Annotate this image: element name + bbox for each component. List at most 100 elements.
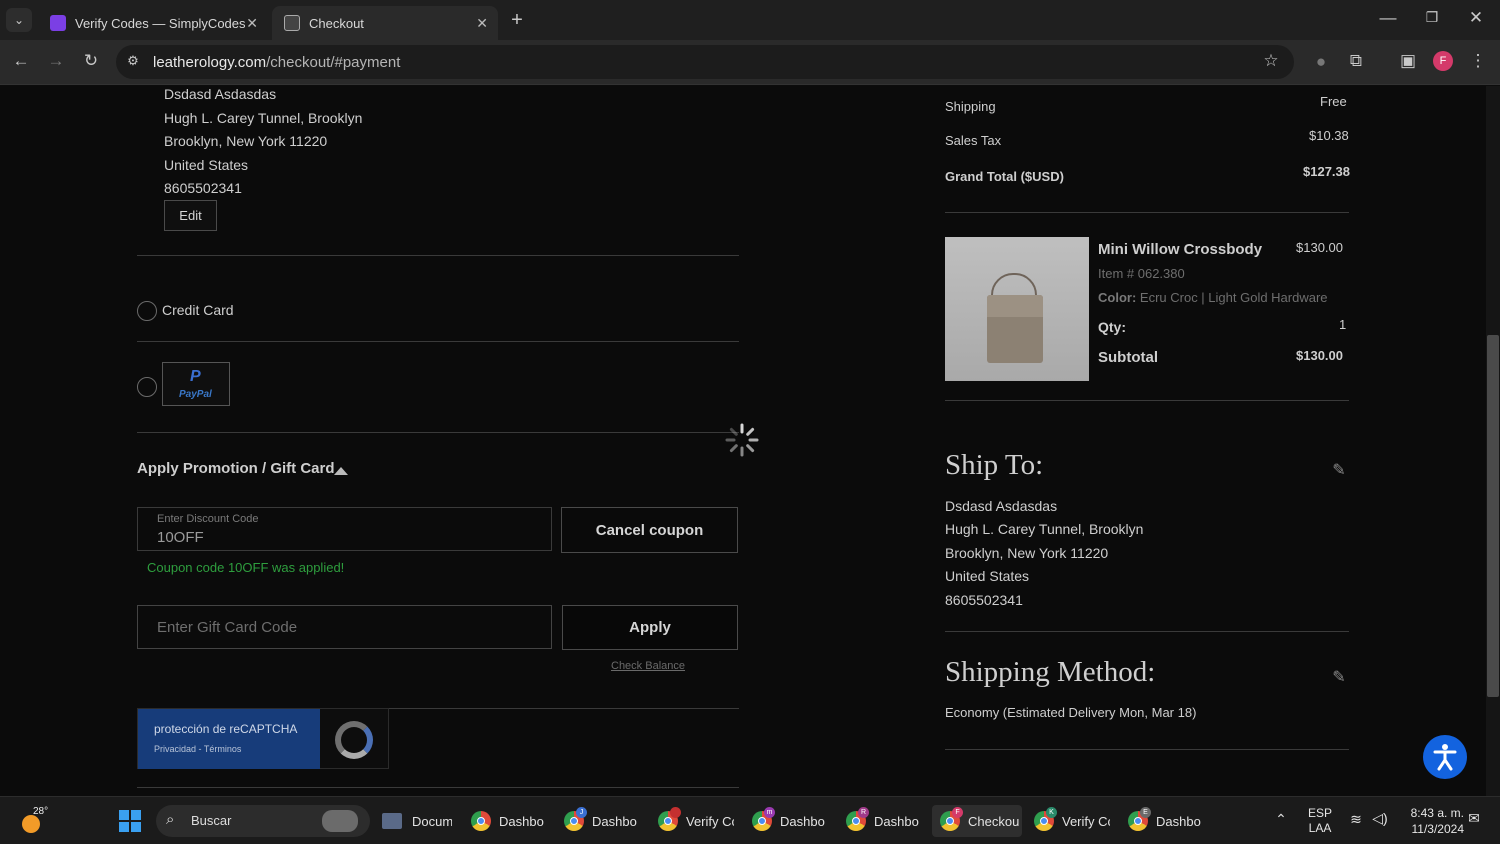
tray-overflow-chevron-icon[interactable]: ⌃ xyxy=(1272,811,1290,828)
ship-to-street: Hugh L. Carey Tunnel, Brooklyn xyxy=(945,521,1144,537)
minimize-icon[interactable]: — xyxy=(1378,8,1398,28)
grand-total-label: Grand Total ($USD) xyxy=(945,169,1064,184)
taskbar-app-label: Verify Cc xyxy=(686,813,734,829)
taskbar-app-chrome[interactable]: K Verify Cc xyxy=(1034,805,1110,837)
profile-badge: R xyxy=(858,807,869,818)
close-tab-icon[interactable]: ✕ xyxy=(246,15,258,32)
chrome-icon: R xyxy=(846,807,869,831)
ship-to-country: United States xyxy=(945,568,1030,584)
url-path: /checkout/#payment xyxy=(266,54,401,71)
bookmark-star-icon[interactable]: ☆ xyxy=(1261,51,1281,71)
notifications-icon[interactable]: ✉ xyxy=(1466,810,1482,827)
taskbar-app-label: Dashbo xyxy=(780,813,825,829)
product-color: Color: Ecru Croc | Light Gold Hardware xyxy=(1098,290,1328,305)
accessibility-person-icon xyxy=(1433,744,1457,771)
credit-card-label[interactable]: Credit Card xyxy=(162,302,234,318)
chrome-icon: K xyxy=(1034,807,1057,831)
collapse-caret-up-icon[interactable] xyxy=(334,467,348,475)
taskbar-app-documents[interactable]: Docum xyxy=(382,805,452,837)
divider xyxy=(945,749,1349,750)
search-label: Buscar xyxy=(191,813,232,828)
paypal-radio[interactable] xyxy=(137,377,157,397)
taskbar-app-chrome[interactable]: Dashbo xyxy=(471,805,547,837)
profile-badge xyxy=(670,807,681,818)
edit-billing-button[interactable]: Edit xyxy=(164,200,217,231)
extension-icon[interactable]: ● xyxy=(1311,52,1331,72)
taskbar-app-chrome[interactable]: m Dashbo xyxy=(752,805,828,837)
taskbar-app-chrome[interactable]: Verify Cc xyxy=(658,805,734,837)
clock[interactable]: 8:43 a. m. 11/3/2024 xyxy=(1400,805,1464,837)
shipping-value: Free xyxy=(1320,94,1347,109)
product-color-label: Color: xyxy=(1098,290,1137,305)
discount-code-field[interactable]: Enter Discount Code 10OFF xyxy=(137,507,552,551)
divider xyxy=(137,255,739,256)
taskbar-app-label: Dashbo xyxy=(499,813,544,829)
edit-shipping-method-pencil-icon[interactable]: ✎ xyxy=(1329,667,1349,687)
taskbar-app-chrome[interactable]: J Dashbo xyxy=(564,805,640,837)
weather-sun-icon xyxy=(22,815,40,833)
menu-kebab-icon[interactable]: ⋮ xyxy=(1468,51,1488,71)
profile-badge: E xyxy=(1140,807,1151,818)
profile-avatar[interactable]: F xyxy=(1433,51,1453,71)
clock-time: 8:43 a. m. xyxy=(1410,806,1464,820)
taskbar-app-chrome-active[interactable]: F Checkou xyxy=(932,805,1022,837)
forward-icon[interactable]: → xyxy=(45,51,67,71)
url-host: leatherology.com xyxy=(153,54,267,71)
cancel-coupon-button[interactable]: Cancel coupon xyxy=(561,507,738,553)
accessibility-button[interactable] xyxy=(1423,735,1467,779)
keyboard-layout: LAA xyxy=(1308,821,1332,835)
tab-title: Verify Codes — SimplyCodes xyxy=(75,15,246,31)
recaptcha-logo-icon xyxy=(335,721,373,759)
tab-list-button[interactable]: ⌄ xyxy=(6,8,32,32)
url-text[interactable]: leatherology.com/checkout/#payment xyxy=(153,54,400,71)
taskbar-app-chrome[interactable]: E Dashbo xyxy=(1128,805,1204,837)
recaptcha-badge[interactable]: protección de reCAPTCHA Privacidad - Tér… xyxy=(137,708,389,769)
site-info-icon[interactable]: ⚙ xyxy=(124,53,142,69)
start-button[interactable] xyxy=(119,810,141,832)
page-scrollbar-track[interactable] xyxy=(1486,86,1500,796)
credit-card-radio[interactable] xyxy=(137,301,157,321)
tab-checkout[interactable]: Checkout ✕ xyxy=(272,6,498,40)
close-tab-icon[interactable]: ✕ xyxy=(476,15,488,32)
profile-badge: m xyxy=(764,807,775,818)
taskbar-app-chrome[interactable]: R Dashbo xyxy=(846,805,922,837)
profile-badge: F xyxy=(952,807,963,818)
back-icon[interactable]: ← xyxy=(10,51,32,71)
language-indicator[interactable]: ESP LAA xyxy=(1305,806,1335,836)
windows-logo-icon xyxy=(131,822,141,832)
chrome-icon: E xyxy=(1128,807,1151,831)
taskbar-app-label: Dashbo xyxy=(874,813,919,829)
subtotal-value: $130.00 xyxy=(1296,348,1343,363)
gift-card-input[interactable]: Enter Gift Card Code xyxy=(137,605,552,649)
restore-icon[interactable]: ❐ xyxy=(1422,9,1442,26)
chrome-icon: J xyxy=(564,807,587,831)
windows-logo-icon xyxy=(119,810,129,820)
side-panel-icon[interactable]: ▣ xyxy=(1398,51,1418,71)
reload-icon[interactable]: ↻ xyxy=(80,51,102,71)
shipping-method-title: Shipping Method: xyxy=(945,656,1156,688)
grand-total-value: $127.38 xyxy=(1303,164,1350,179)
promo-section-title[interactable]: Apply Promotion / Gift Card xyxy=(137,460,335,477)
windows-taskbar: 28° ⌕ Buscar Docum Dashbo J Dashbo Verif… xyxy=(0,796,1500,844)
recaptcha-links[interactable]: Privacidad - Términos xyxy=(154,744,241,754)
check-balance-link[interactable]: Check Balance xyxy=(611,660,685,672)
page-scrollbar-thumb[interactable] xyxy=(1487,335,1499,697)
product-name[interactable]: Mini Willow Crossbody xyxy=(1098,241,1262,258)
divider xyxy=(137,341,739,342)
edit-ship-to-pencil-icon[interactable]: ✎ xyxy=(1329,460,1349,480)
apply-gift-card-button[interactable]: Apply xyxy=(562,605,738,650)
taskbar-search[interactable]: ⌕ Buscar xyxy=(156,805,370,837)
extensions-puzzle-icon[interactable]: ⧉ xyxy=(1346,51,1366,71)
tab-verify-codes[interactable]: Verify Codes — SimplyCodes ✕ xyxy=(38,6,268,40)
search-highlight-icon xyxy=(322,810,358,832)
taskbar-app-label: Docum xyxy=(412,813,452,829)
taskbar-app-label: Dashbo xyxy=(592,813,637,829)
volume-icon[interactable]: ◁) xyxy=(1370,810,1390,827)
wifi-icon[interactable]: ≋ xyxy=(1346,811,1366,828)
new-tab-icon[interactable]: + xyxy=(506,9,528,32)
paypal-logo-button[interactable]: P PayPal xyxy=(162,362,230,406)
divider xyxy=(945,631,1349,632)
weather-widget[interactable]: 28° xyxy=(20,806,56,835)
divider xyxy=(945,400,1349,401)
close-window-icon[interactable]: ✕ xyxy=(1466,8,1486,28)
